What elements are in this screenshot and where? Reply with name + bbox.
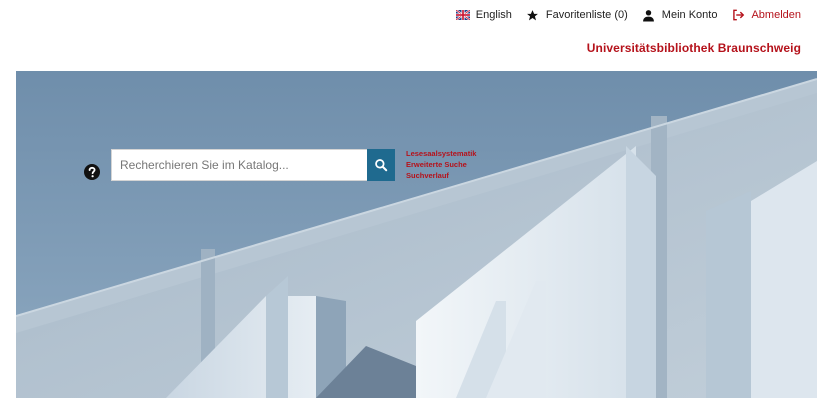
search-help[interactable] [84,164,100,180]
favorites-label: Favoritenliste (0) [545,9,628,21]
favorites-link[interactable]: Favoritenliste (0) [526,8,628,22]
search-quick-links: Lesesaalsystematik Erweiterte Suche Such… [406,148,476,181]
catalog-search-input[interactable] [111,149,367,181]
uk-flag-icon [455,8,470,22]
top-navigation: English Favoritenliste (0) Mein Konto Ab… [455,0,801,30]
quick-link-suchverlauf[interactable]: Suchverlauf [406,170,476,181]
account-link[interactable]: Mein Konto [642,8,718,22]
search-icon [375,159,388,172]
user-icon [642,8,656,22]
quick-link-lesesaalsystematik[interactable]: Lesesaalsystematik [406,148,476,159]
logout-link[interactable]: Abmelden [731,8,801,22]
search-button[interactable] [367,149,395,181]
language-switch[interactable]: English [455,8,512,22]
quick-link-erweiterte-suche[interactable]: Erweiterte Suche [406,159,476,170]
logout-label: Abmelden [751,9,801,21]
star-icon [526,8,540,22]
hero-background-image [16,71,817,398]
account-label: Mein Konto [661,9,718,21]
question-circle-icon [84,164,100,180]
library-brand-title[interactable]: Universitätsbibliothek Braunschweig [587,41,801,55]
sign-out-icon [731,8,745,22]
building-illustration [16,71,817,398]
language-switch-label: English [475,9,512,21]
